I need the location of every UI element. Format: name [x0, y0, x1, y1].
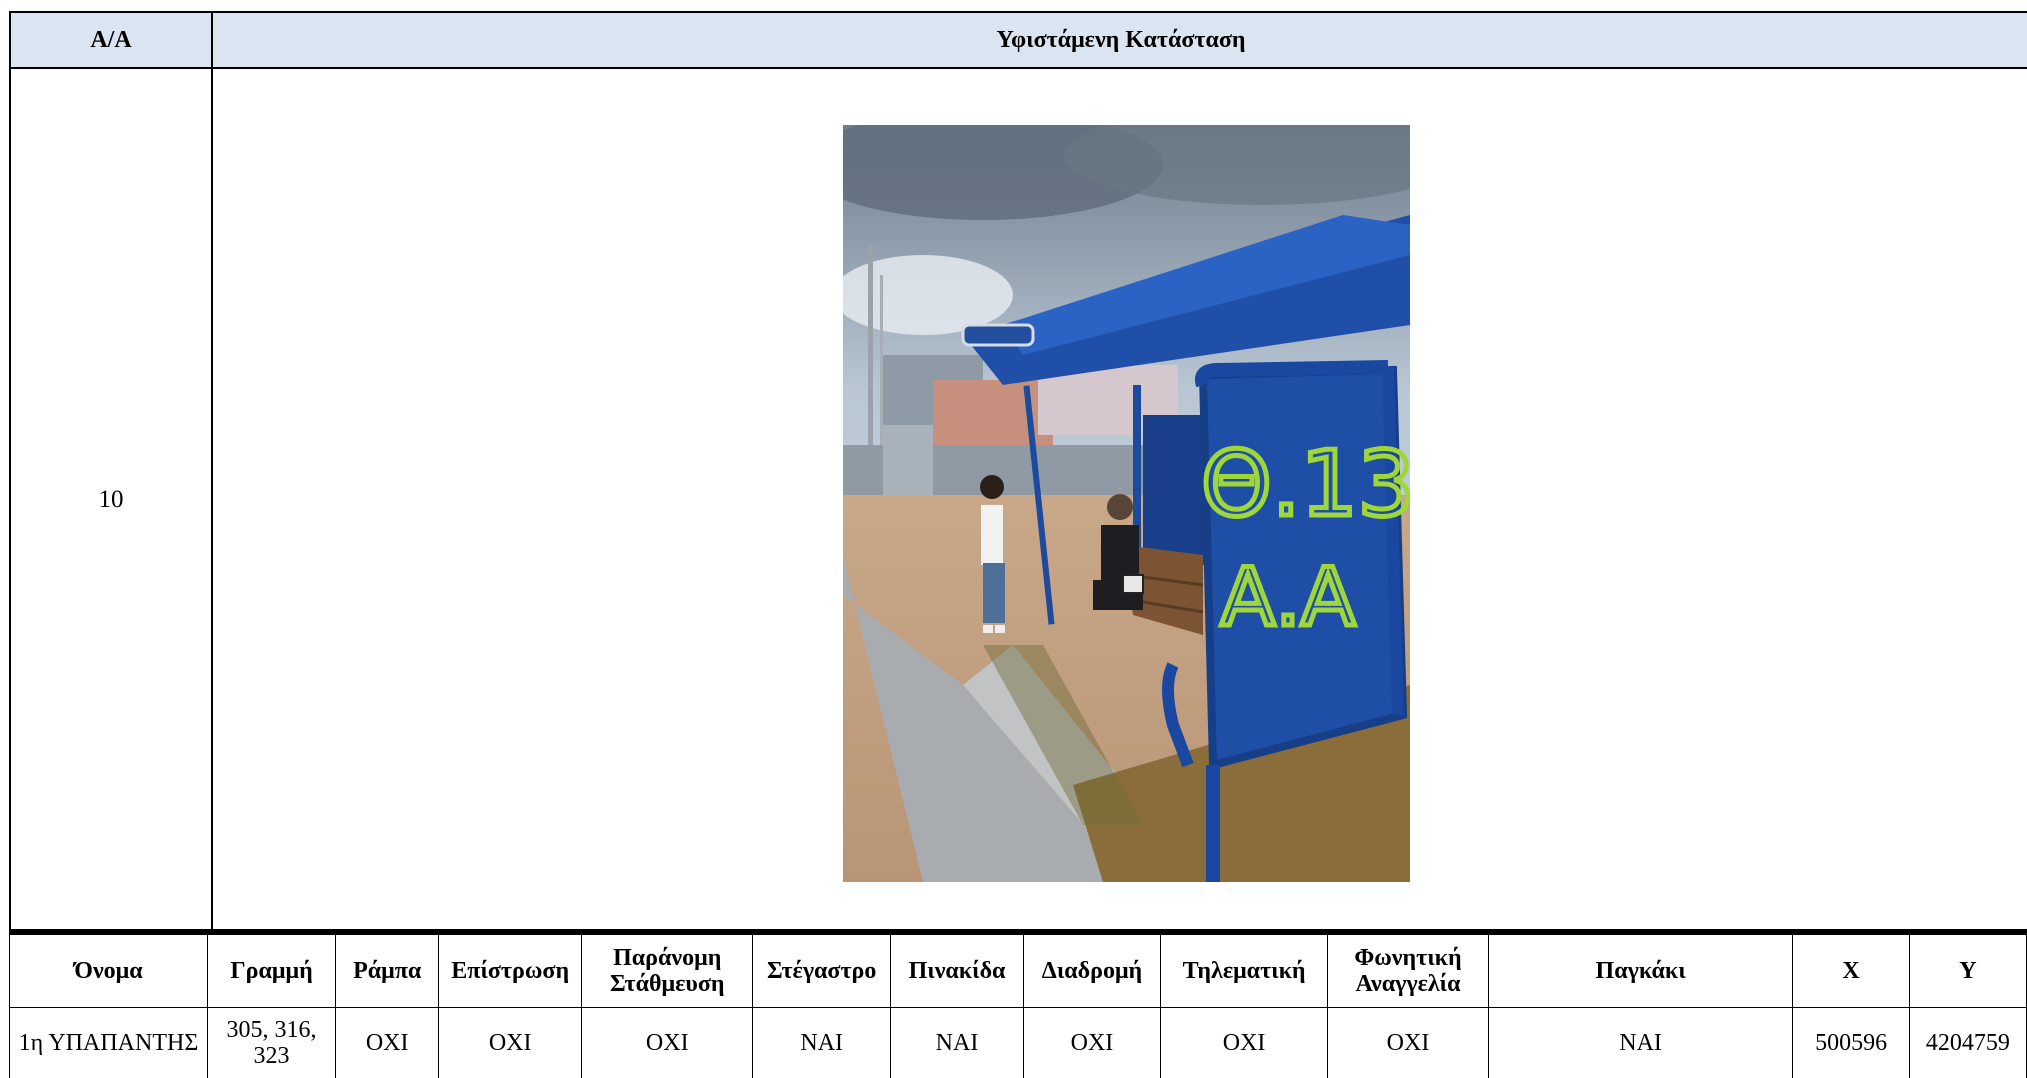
cell-shelter: ΝΑΙ — [753, 1008, 891, 1078]
col-shelter: Στέγαστρο — [753, 935, 891, 1008]
col-telematics: Τηλεματική — [1160, 935, 1327, 1008]
cell-line: 305, 316, 323 — [207, 1008, 335, 1078]
col-name: Όνομα — [10, 935, 208, 1008]
graffiti-line2: Α.Α — [1221, 551, 1356, 644]
col-x: X — [1793, 935, 1909, 1008]
col-voice-announcement: Φωνητική Αναγγελία — [1328, 935, 1489, 1008]
bus-stop-record: Α/Α Υφιστάμενη Κατάσταση 10 — [9, 11, 2027, 1064]
photo-cell: Θ.13 Α.Α — [211, 67, 2027, 933]
cell-x: 500596 — [1793, 1008, 1909, 1078]
bus-stop-photo: Θ.13 Α.Α — [843, 125, 1410, 882]
header-aa: Α/Α — [9, 11, 213, 69]
col-bench: Παγκάκι — [1488, 935, 1793, 1008]
cell-route: ΟΧΙ — [1024, 1008, 1161, 1078]
col-line: Γραμμή — [207, 935, 335, 1008]
col-route: Διαδρομή — [1024, 935, 1161, 1008]
cell-illegal-parking: ΟΧΙ — [582, 1008, 753, 1078]
cell-telematics: ΟΧΙ — [1160, 1008, 1327, 1078]
cell-y: 4204759 — [1909, 1008, 2026, 1078]
cell-ramp: ΟΧΙ — [336, 1008, 439, 1078]
cell-paving: ΟΧΙ — [439, 1008, 582, 1078]
cell-voice-announcement: ΟΧΙ — [1328, 1008, 1489, 1078]
col-sign: Πινακίδα — [891, 935, 1024, 1008]
cell-name: 1η ΥΠΑΠΑΝΤΗΣ — [10, 1008, 208, 1078]
cell-sign: ΝΑΙ — [891, 1008, 1024, 1078]
attributes-table: Όνομα Γραμμή Ράμπα Επίστρωση Παράνομη Στ… — [9, 934, 2027, 1078]
col-paving: Επίστρωση — [439, 935, 582, 1008]
col-ramp: Ράμπα — [336, 935, 439, 1008]
header-current-state: Υφιστάμενη Κατάσταση — [211, 11, 2027, 69]
col-illegal-parking: Παράνομη Στάθμευση — [582, 935, 753, 1008]
cell-bench: ΝΑΙ — [1488, 1008, 1793, 1078]
entry-number: 10 — [9, 67, 213, 933]
col-y: Y — [1909, 935, 2026, 1008]
attributes-header-row: Όνομα Γραμμή Ράμπα Επίστρωση Παράνομη Στ… — [10, 935, 2027, 1008]
graffiti-line1: Θ.13 — [1201, 432, 1410, 537]
table-row: 1η ΥΠΑΠΑΝΤΗΣ 305, 316, 323 ΟΧΙ ΟΧΙ ΟΧΙ Ν… — [10, 1008, 2027, 1078]
